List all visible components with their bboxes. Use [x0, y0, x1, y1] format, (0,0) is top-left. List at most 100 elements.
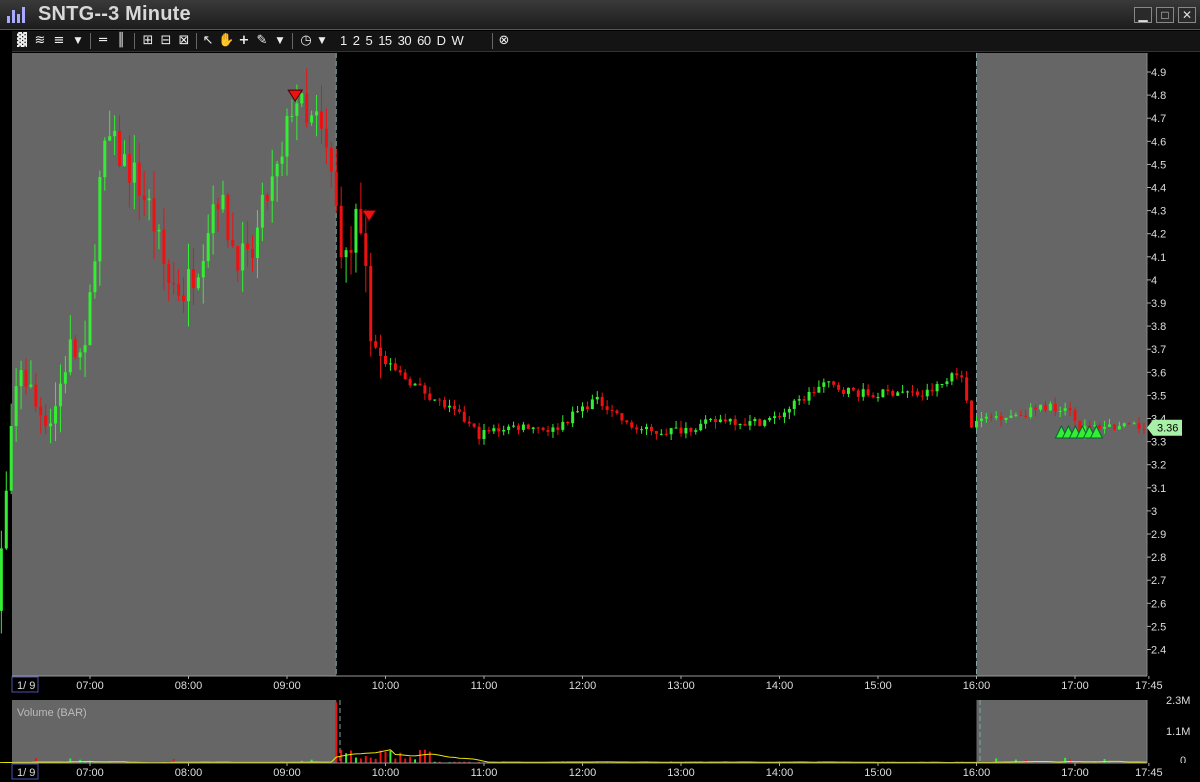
candle-body — [930, 389, 934, 392]
candle-body — [122, 154, 126, 166]
candle-body — [950, 373, 954, 382]
candle-body — [738, 423, 742, 425]
candle-body — [1004, 417, 1008, 420]
price-tick-label: 4.4 — [1151, 183, 1166, 195]
candle-body — [329, 147, 333, 172]
candle-body — [448, 405, 452, 408]
candle-body — [108, 136, 112, 141]
candle-body — [9, 425, 13, 491]
candle-body — [630, 422, 634, 428]
candle-body — [994, 416, 998, 418]
candle-body — [561, 421, 565, 430]
time-tick-label: 07:00 — [76, 680, 104, 692]
candle-body — [585, 406, 589, 409]
candle-body — [846, 387, 850, 394]
volume-tick-max: 2.3M — [1166, 695, 1190, 707]
candle-body — [1063, 408, 1067, 411]
candle-body — [482, 430, 486, 440]
candle-body — [920, 395, 924, 397]
candle-body — [975, 421, 978, 428]
time-tick-label: 09:00 — [273, 767, 301, 779]
candle-body — [787, 408, 791, 413]
candle-body — [915, 391, 919, 396]
candle-body — [807, 391, 811, 401]
price-tick-label: 3.1 — [1151, 483, 1166, 495]
time-tick-label: 09:00 — [273, 680, 301, 692]
candle-body — [940, 383, 944, 385]
candle-body — [63, 372, 67, 384]
candle-body — [300, 93, 304, 104]
candle-body — [221, 194, 225, 210]
price-tick-label: 4.6 — [1151, 136, 1166, 148]
candle-body — [1132, 423, 1136, 425]
candle-body — [812, 391, 816, 393]
candle-body — [1142, 428, 1146, 430]
time-tick-label: 10:00 — [372, 680, 400, 692]
price-tick-label: 3.8 — [1151, 321, 1166, 333]
candle-body — [334, 171, 338, 206]
time-tick-label: 07:00 — [76, 767, 104, 779]
candle-body — [1122, 423, 1126, 427]
time-tick-label: 17:45 — [1135, 767, 1163, 779]
candle-body — [620, 413, 624, 421]
candle-body — [384, 355, 387, 365]
candle-body — [551, 427, 555, 432]
candle-body — [600, 396, 604, 407]
candle-body — [871, 395, 875, 398]
candle-body — [132, 162, 136, 183]
price-tick-label: 3.3 — [1151, 437, 1166, 449]
candle-body — [1034, 407, 1038, 410]
candle-body — [896, 392, 900, 396]
candle-body — [674, 427, 678, 429]
price-tick-label: 3.5 — [1151, 390, 1166, 402]
candle-body — [1043, 404, 1047, 411]
candle-body — [763, 420, 767, 426]
time-tick-label: 17:45 — [1135, 680, 1163, 692]
candle-body — [645, 426, 649, 430]
candle-body — [443, 399, 447, 408]
regular-hours-background — [336, 53, 977, 676]
candle-body — [728, 419, 732, 422]
candle-body — [408, 379, 412, 386]
candle-body — [177, 284, 181, 296]
candle-body — [886, 389, 890, 391]
time-tick-label: 13:00 — [667, 767, 695, 779]
time-tick-label: 13:00 — [667, 680, 695, 692]
candle-body — [24, 370, 28, 387]
candle-body — [1014, 414, 1018, 416]
candle-body — [861, 389, 865, 397]
candle-body — [359, 208, 363, 234]
candle-body — [571, 411, 575, 424]
candle-body — [285, 115, 289, 157]
candle-body — [999, 416, 1003, 420]
candle-body — [201, 261, 205, 278]
price-chart[interactable]: 4.9 4.8 4.7 4.6 4.5 4.4 4.3 4.2 4.1 4 3.9 3.8 3.7 3.6… — [0, 0, 1200, 782]
time-tick-label: 08:00 — [175, 680, 203, 692]
price-tick-label: 2.6 — [1151, 598, 1166, 610]
candle-body — [241, 243, 245, 271]
candle-body — [945, 381, 949, 384]
candle-body — [157, 229, 161, 232]
candle-body — [78, 352, 82, 358]
candle-body — [955, 373, 959, 376]
candle-body — [137, 162, 141, 196]
candle-body — [344, 250, 348, 258]
candle-body — [206, 233, 210, 262]
candle-body — [260, 194, 264, 228]
candle-body — [374, 341, 378, 348]
candle-body — [1137, 423, 1141, 429]
candle-body — [93, 261, 97, 293]
candle-body — [187, 269, 190, 302]
candle-body — [58, 383, 62, 407]
price-tick-label: 3.6 — [1151, 367, 1166, 379]
price-tick-label: 4.3 — [1151, 206, 1166, 218]
candle-body — [369, 265, 373, 342]
candle-body — [162, 229, 166, 264]
candle-body — [625, 420, 629, 423]
candle-body — [403, 372, 407, 380]
candle-body — [556, 427, 560, 430]
candle-body — [113, 130, 117, 137]
candle-body — [827, 381, 831, 383]
candle-body — [339, 205, 343, 258]
candle-body — [438, 399, 442, 401]
